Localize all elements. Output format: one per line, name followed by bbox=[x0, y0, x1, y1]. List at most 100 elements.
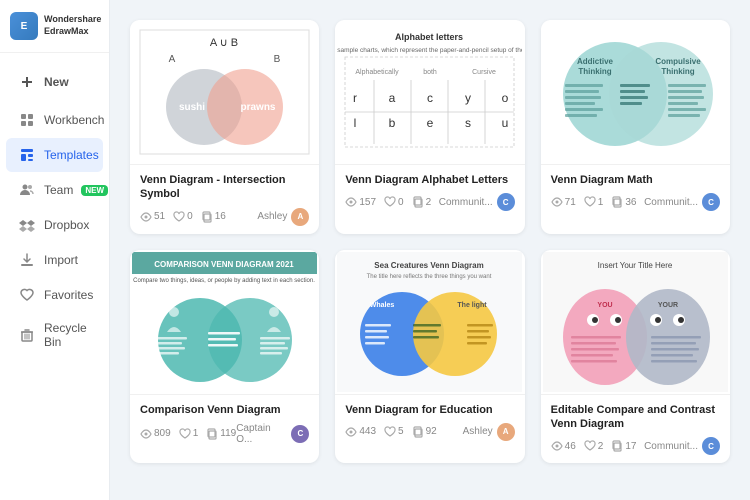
sidebar-item-favorites[interactable]: Favorites bbox=[6, 278, 103, 312]
svg-text:a: a bbox=[389, 91, 396, 105]
app-name: Wondershare EdrawMax bbox=[44, 14, 101, 37]
avatar-venn3: C bbox=[702, 193, 720, 211]
card-title-venn5: Venn Diagram for Education bbox=[345, 403, 514, 417]
svg-text:prawns: prawns bbox=[241, 102, 276, 113]
svg-text:Addictive: Addictive bbox=[577, 57, 614, 66]
svg-text:B: B bbox=[274, 54, 281, 65]
card-venn4[interactable]: COMPARISON VENN DIAGRAM 2021 Compare two… bbox=[130, 250, 319, 464]
svg-text:u: u bbox=[502, 116, 509, 130]
sidebar-nav: New Workbench Templates Team NEW bbox=[0, 53, 109, 500]
card-meta-venn4: 809 1 119 Captain O... C bbox=[140, 423, 309, 445]
stat-copies5: 92 bbox=[412, 426, 437, 438]
card-info-venn1: Venn Diagram - Intersection Symbol 51 0 bbox=[130, 165, 319, 234]
svg-text:sushi: sushi bbox=[179, 102, 205, 113]
new-label: New bbox=[44, 75, 69, 89]
svg-text:s: s bbox=[465, 116, 471, 130]
card-thumb-venn4: COMPARISON VENN DIAGRAM 2021 Compare two… bbox=[130, 250, 319, 395]
svg-text:A ∪ B: A ∪ B bbox=[210, 37, 238, 49]
svg-text:r: r bbox=[353, 91, 357, 105]
stat-views6: 46 bbox=[551, 440, 576, 452]
heart-icon bbox=[18, 286, 36, 304]
svg-text:b: b bbox=[389, 116, 396, 130]
card-stats-venn1: 51 0 16 bbox=[140, 211, 226, 223]
card-author-venn6: Communit... C bbox=[644, 437, 720, 455]
workbench-label: Workbench bbox=[44, 113, 104, 127]
avatar-venn2: C bbox=[497, 193, 515, 211]
card-thumb-venn2: Alphabet letters You will find the sampl… bbox=[335, 20, 524, 165]
card-meta-venn1: 51 0 16 Ashley A bbox=[140, 208, 309, 226]
card-info-venn4: Comparison Venn Diagram 809 1 bbox=[130, 395, 319, 453]
sidebar-item-team[interactable]: Team NEW bbox=[6, 173, 103, 207]
card-info-venn6: Editable Compare and Contrast Venn Diagr… bbox=[541, 395, 730, 464]
import-icon bbox=[18, 251, 36, 269]
card-meta-venn2: 157 0 2 Communit... C bbox=[345, 193, 514, 211]
card-venn3[interactable]: Addictive Thinking Compulsive Thinking bbox=[541, 20, 730, 234]
main-content: A ∪ B A B sushi prawns Venn Diagram - In… bbox=[110, 0, 750, 500]
templates-label: Templates bbox=[44, 148, 99, 162]
card-title-venn1: Venn Diagram - Intersection Symbol bbox=[140, 173, 309, 202]
stat-likes: 0 bbox=[173, 211, 193, 223]
card-thumb-venn6: Insert Your Title Here YO bbox=[541, 250, 730, 395]
new-button[interactable]: New bbox=[6, 65, 103, 99]
logo-icon: E bbox=[10, 12, 38, 40]
svg-text:Sea Creatures Venn Diagram: Sea Creatures Venn Diagram bbox=[375, 261, 484, 270]
sidebar-item-workbench[interactable]: Workbench bbox=[6, 103, 103, 137]
svg-text:The light: The light bbox=[458, 302, 488, 309]
card-title-venn3: Venn Diagram Math bbox=[551, 173, 720, 187]
card-thumb-venn1: A ∪ B A B sushi prawns bbox=[130, 20, 319, 165]
app-logo: E Wondershare EdrawMax bbox=[0, 0, 109, 53]
svg-text:Compare two things, ideas, or: Compare two things, ideas, or people by … bbox=[133, 278, 315, 284]
sidebar-item-templates[interactable]: Templates bbox=[6, 138, 103, 172]
card-stats-venn4: 809 1 119 bbox=[140, 428, 236, 440]
team-label: Team bbox=[44, 183, 73, 197]
favorites-label: Favorites bbox=[44, 288, 93, 302]
svg-text:Alphabet letters: Alphabet letters bbox=[395, 32, 463, 42]
card-info-venn5: Venn Diagram for Education 443 5 bbox=[335, 395, 524, 449]
card-meta-venn3: 71 1 36 Communit... C bbox=[551, 193, 720, 211]
card-venn2[interactable]: Alphabet letters You will find the sampl… bbox=[335, 20, 524, 234]
card-stats-venn6: 46 2 17 bbox=[551, 440, 637, 452]
card-author-venn3: Communit... C bbox=[644, 193, 720, 211]
svg-text:YOUR: YOUR bbox=[658, 302, 678, 309]
svg-text:Compulsive: Compulsive bbox=[655, 57, 701, 66]
svg-text:e: e bbox=[427, 116, 434, 130]
svg-text:y: y bbox=[465, 91, 471, 105]
avatar-venn6: C bbox=[702, 437, 720, 455]
stat-copies4: 119 bbox=[206, 428, 236, 440]
svg-text:Insert Your Title Here: Insert Your Title Here bbox=[597, 261, 672, 270]
stat-likes2: 0 bbox=[384, 196, 404, 208]
team-icon bbox=[18, 181, 36, 199]
stat-likes3: 1 bbox=[584, 196, 604, 208]
sidebar-item-recycle[interactable]: Recycle Bin bbox=[6, 313, 103, 357]
svg-text:l: l bbox=[354, 116, 357, 130]
sidebar-item-import[interactable]: Import bbox=[6, 243, 103, 277]
dropbox-icon bbox=[18, 216, 36, 234]
card-meta-venn5: 443 5 92 Ashley A bbox=[345, 423, 514, 441]
stat-views: 51 bbox=[140, 211, 165, 223]
svg-text:Thinking: Thinking bbox=[661, 67, 694, 76]
trash-icon bbox=[18, 326, 36, 344]
sidebar-item-dropbox[interactable]: Dropbox bbox=[6, 208, 103, 242]
card-title-venn2: Venn Diagram Alphabet Letters bbox=[345, 173, 514, 187]
recycle-label: Recycle Bin bbox=[44, 321, 91, 349]
svg-text:COMPARISON VENN DIAGRAM 2021: COMPARISON VENN DIAGRAM 2021 bbox=[154, 260, 294, 269]
stat-likes6: 2 bbox=[584, 440, 604, 452]
template-icon bbox=[18, 146, 36, 164]
card-title-venn6: Editable Compare and Contrast Venn Diagr… bbox=[551, 403, 720, 432]
svg-text:Cursive: Cursive bbox=[473, 69, 497, 76]
card-thumb-venn5: Sea Creatures Venn Diagram The title her… bbox=[335, 250, 524, 395]
svg-text:YOU: YOU bbox=[597, 302, 612, 309]
card-venn6[interactable]: Insert Your Title Here YO bbox=[541, 250, 730, 464]
card-stats-venn3: 71 1 36 bbox=[551, 196, 637, 208]
import-label: Import bbox=[44, 253, 78, 267]
svg-text:A: A bbox=[169, 54, 176, 65]
sidebar: E Wondershare EdrawMax New Workbench Tem… bbox=[0, 0, 110, 500]
card-info-venn3: Venn Diagram Math 71 1 36 bbox=[541, 165, 730, 219]
card-venn5[interactable]: Sea Creatures Venn Diagram The title her… bbox=[335, 250, 524, 464]
stat-copies: 16 bbox=[201, 211, 226, 223]
card-venn1[interactable]: A ∪ B A B sushi prawns Venn Diagram - In… bbox=[130, 20, 319, 234]
stat-views4: 809 bbox=[140, 428, 171, 440]
grid-icon bbox=[18, 111, 36, 129]
avatar-venn4: C bbox=[291, 425, 309, 443]
card-meta-venn6: 46 2 17 Communit... C bbox=[551, 437, 720, 455]
